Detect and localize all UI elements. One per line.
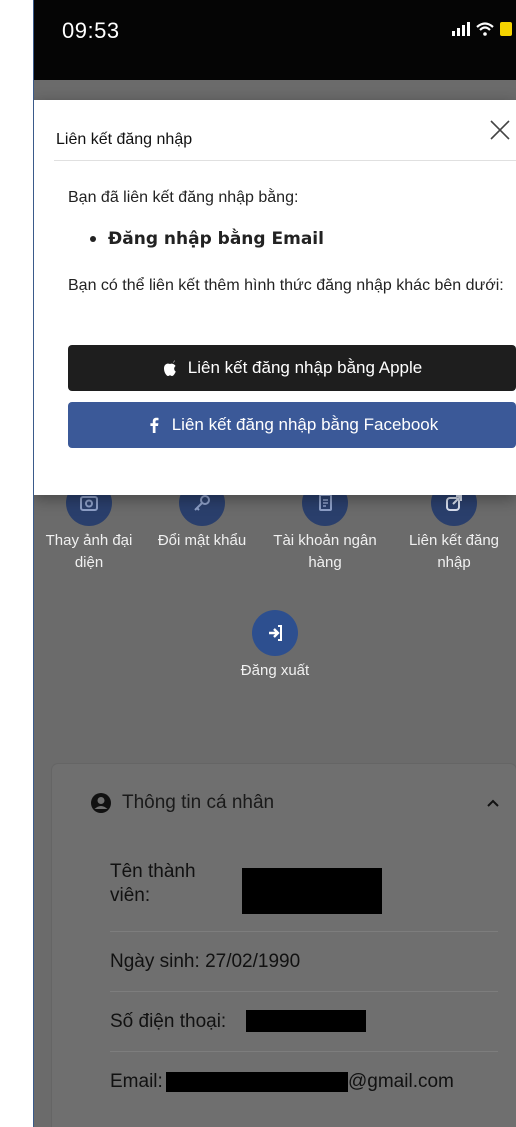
- close-icon[interactable]: [486, 116, 514, 144]
- link-facebook-button[interactable]: Liên kết đăng nhập bằng Facebook: [68, 402, 516, 448]
- action-label: Đổi mật khẩu: [157, 532, 247, 549]
- action-label: Liên kết đăng nhập: [408, 532, 500, 571]
- email-row: Email: @gmail.com: [110, 1052, 498, 1112]
- redaction-bar: [242, 868, 382, 914]
- member-name-row: Tên thành viên:: [110, 860, 498, 932]
- chevron-up-icon[interactable]: [486, 796, 500, 810]
- wifi-icon: [476, 22, 494, 36]
- status-time: 09:53: [62, 18, 120, 43]
- action-label: Đăng xuất: [240, 662, 310, 679]
- modal-intro: Bạn đã liên kết đăng nhập bằng:: [68, 189, 299, 206]
- phone-label: Số điện thoại:: [110, 1011, 227, 1032]
- link-apple-button[interactable]: Liên kết đăng nhập bằng Apple: [68, 345, 516, 391]
- personal-info-card: Thông tin cá nhân Tên thành viên: Ngày s…: [52, 764, 516, 1127]
- link-apple-label: Liên kết đăng nhập bằng Apple: [187, 358, 423, 377]
- signal-icon: [452, 22, 470, 36]
- member-name-label: Tên thành viên:: [110, 861, 196, 906]
- modal-divider: [54, 160, 516, 161]
- birthday-value: 27/02/1990: [205, 951, 301, 972]
- phone-screen: 09:53 Thay ảnh đại diện Đổi mật khẩu Tài…: [34, 0, 516, 1127]
- logout-icon: [252, 610, 298, 656]
- linked-method-item: Đăng nhập bằng Email: [90, 229, 324, 249]
- apple-icon: [163, 360, 176, 376]
- redaction-bar: [166, 1072, 348, 1092]
- action-label: Tài khoản ngân hàng: [273, 532, 377, 571]
- birthday-label: Ngày sinh:: [110, 951, 200, 972]
- personal-info-header[interactable]: Thông tin cá nhân: [90, 792, 274, 814]
- status-bar: 09:53: [34, 0, 516, 80]
- action-label: Thay ảnh đại diện: [45, 532, 133, 571]
- link-login-modal: Liên kết đăng nhập Bạn đã liên kết đăng …: [34, 100, 516, 495]
- facebook-icon: [150, 417, 159, 433]
- personal-info-title: Thông tin cá nhân: [122, 792, 275, 813]
- link-facebook-label: Liên kết đăng nhập bằng Facebook: [171, 415, 439, 434]
- battery-icon: [500, 22, 512, 36]
- email-label: Email:: [110, 1071, 163, 1092]
- redaction-bar: [246, 1010, 366, 1032]
- status-icons: [452, 22, 512, 36]
- email-suffix: @gmail.com: [348, 1071, 454, 1092]
- logout-button[interactable]: Đăng xuất: [220, 610, 330, 682]
- modal-title: Liên kết đăng nhập: [56, 131, 193, 148]
- user-circle-icon: [91, 793, 111, 813]
- modal-more-text: Bạn có thể liên kết thêm hình thức đăng …: [68, 277, 504, 294]
- linked-method-label: Đăng nhập bằng Email: [108, 229, 324, 249]
- birthday-row: Ngày sinh: 27/02/1990: [110, 932, 498, 992]
- bullet-dot: [90, 236, 96, 242]
- phone-row: Số điện thoại:: [110, 992, 498, 1052]
